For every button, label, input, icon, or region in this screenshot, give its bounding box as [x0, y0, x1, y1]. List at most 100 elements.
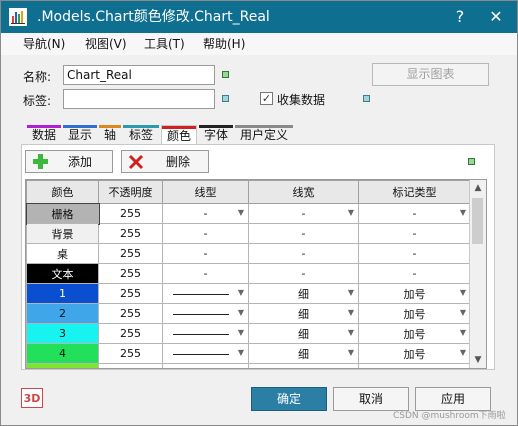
dropdown-arrow-icon[interactable]: ▼ — [238, 288, 244, 297]
table-row[interactable]: 栅格 255- ▼ - ▼ - ▼ — [26, 202, 471, 225]
line-width-cell[interactable]: 细▼ — [248, 323, 359, 344]
dropdown-arrow-icon[interactable]: ▼ — [460, 308, 466, 317]
line-type-cell[interactable]: - — [162, 223, 249, 244]
dropdown-arrow-icon[interactable]: ▼ — [460, 208, 466, 217]
dropdown-arrow-icon[interactable]: ▼ — [460, 368, 466, 369]
table-row[interactable]: 背景 255 - - - — [26, 223, 471, 244]
color-swatch-cell[interactable]: 4 — [26, 343, 99, 364]
line-width-cell[interactable]: - — [248, 243, 359, 264]
tag-input[interactable] — [63, 89, 215, 109]
color-swatch-cell[interactable]: 桌 — [26, 243, 99, 264]
name-input[interactable]: Chart_Real — [63, 65, 215, 85]
column-header-line-width[interactable]: 线宽 — [248, 180, 359, 204]
line-type-cell[interactable]: ▼ — [162, 323, 249, 344]
add-button[interactable]: 添加 — [25, 150, 113, 173]
column-header-line-type[interactable]: 线型 — [162, 180, 249, 204]
marker-type-cell[interactable]: 加号 ▼ — [358, 323, 471, 344]
dropdown-arrow-icon[interactable]: ▼ — [238, 308, 244, 317]
marker-type-cell[interactable]: - — [358, 243, 471, 264]
table-row[interactable]: 文本 255 - - - — [26, 263, 471, 284]
color-swatch-cell[interactable]: 背景 — [26, 223, 99, 244]
column-header-opacity[interactable]: 不透明度 — [98, 180, 163, 204]
tab-axis[interactable]: 轴 — [99, 125, 121, 145]
dropdown-arrow-icon[interactable]: ▼ — [348, 328, 354, 337]
menu-view[interactable]: 视图(V) — [85, 36, 127, 52]
line-width-cell[interactable]: 细▼ — [248, 283, 359, 304]
tab-data[interactable]: 数据 — [27, 125, 61, 145]
dropdown-arrow-icon[interactable]: ▼ — [348, 308, 354, 317]
menu-help[interactable]: 帮助(H) — [203, 36, 245, 52]
collect-data-checkbox[interactable]: ✓ — [260, 92, 273, 105]
dropdown-arrow-icon[interactable]: ▼ — [460, 288, 466, 297]
marker-type-cell[interactable]: 加号 ▼ — [358, 303, 471, 324]
column-header-marker-type[interactable]: 标记类型 — [358, 180, 471, 204]
color-swatch-cell[interactable]: 3 — [26, 323, 99, 344]
table-row[interactable]: 4 255 ▼ 细 ▼ 加号 ▼ — [26, 343, 471, 364]
opacity-cell[interactable]: 255 — [98, 243, 163, 264]
opacity-cell[interactable]: 255 — [98, 303, 163, 324]
dropdown-arrow-icon[interactable]: ▼ — [460, 348, 466, 357]
opacity-cell[interactable]: 255 — [98, 223, 163, 244]
line-width-cell[interactable]: - — [248, 223, 359, 244]
marker-type-cell[interactable]: 加号 ▼ — [358, 363, 471, 369]
tab-labels[interactable]: 标签 — [123, 125, 159, 145]
table-row[interactable]: 5255▼细▼加号▼ — [26, 363, 471, 369]
table-row[interactable]: 2 255 ▼ 细 ▼ 加号 ▼ — [26, 303, 471, 324]
dropdown-arrow-icon[interactable]: ▼ — [238, 208, 244, 217]
line-type-cell[interactable]: ▼ — [162, 343, 249, 364]
color-swatch-cell[interactable]: 1 — [26, 283, 99, 304]
delete-button[interactable]: 删除 — [121, 150, 209, 173]
dropdown-arrow-icon[interactable]: ▼ — [238, 348, 244, 357]
opacity-cell[interactable]: 255 — [98, 263, 163, 284]
table-row[interactable]: 3 255 ▼ 细 ▼ 加号 ▼ — [26, 323, 471, 344]
dropdown-arrow-icon[interactable]: ▼ — [348, 288, 354, 297]
color-swatch-cell[interactable]: 2 — [26, 303, 99, 324]
dropdown-arrow-icon[interactable]: ▼ — [460, 328, 466, 337]
marker-type-cell[interactable]: - ▼ — [358, 203, 471, 224]
menu-tools[interactable]: 工具(T) — [144, 36, 185, 52]
dropdown-arrow-icon[interactable]: ▼ — [348, 348, 354, 357]
line-type-cell[interactable]: - ▼ — [162, 203, 249, 224]
marker-type-cell[interactable]: - — [358, 263, 471, 284]
color-swatch-cell[interactable]: 5 — [26, 363, 99, 368]
scroll-down-arrow-icon[interactable]: ▼ — [470, 352, 486, 368]
opacity-cell[interactable]: 255 — [98, 363, 163, 368]
tab-fonts[interactable]: 字体 — [199, 125, 233, 145]
dropdown-arrow-icon[interactable]: ▼ — [348, 208, 354, 217]
line-type-cell[interactable]: - — [162, 243, 249, 264]
tab-colors[interactable]: 颜色 — [161, 125, 197, 145]
column-header-color[interactable]: 颜色 — [26, 180, 99, 204]
line-width-cell[interactable]: 细▼ — [248, 343, 359, 364]
scrollbar-thumb[interactable] — [472, 198, 483, 244]
line-width-cell[interactable]: - ▼ — [248, 203, 359, 224]
line-width-cell[interactable]: 细▼ — [248, 363, 359, 369]
dropdown-arrow-icon[interactable]: ▼ — [238, 328, 244, 337]
close-button[interactable]: ✕ — [477, 1, 515, 33]
vertical-scrollbar[interactable]: ▲ ▼ — [469, 180, 486, 368]
marker-type-cell[interactable]: 加号 ▼ — [358, 283, 471, 304]
line-width-cell[interactable]: - — [248, 263, 359, 284]
color-swatch-cell[interactable]: 文本 — [26, 263, 99, 284]
title-bar[interactable]: .Models.Chart颜色修改.Chart_Real ? ✕ — [1, 1, 517, 33]
line-width-cell[interactable]: 细▼ — [248, 303, 359, 324]
color-swatch-cell[interactable]: 栅格 — [26, 202, 100, 225]
line-type-cell[interactable]: ▼ — [162, 303, 249, 324]
line-type-cell[interactable]: - — [162, 263, 249, 284]
menu-navigate[interactable]: 导航(N) — [23, 36, 65, 52]
help-button[interactable]: ? — [441, 1, 479, 33]
marker-type-cell[interactable]: - — [358, 223, 471, 244]
show-chart-button[interactable]: 显示图表 — [372, 63, 489, 86]
opacity-cell[interactable]: 255 — [98, 203, 163, 224]
dropdown-arrow-icon[interactable]: ▼ — [238, 368, 244, 369]
scroll-up-arrow-icon[interactable]: ▲ — [470, 180, 486, 196]
opacity-cell[interactable]: 255 — [98, 343, 163, 364]
marker-type-cell[interactable]: 加号 ▼ — [358, 343, 471, 364]
opacity-cell[interactable]: 255 — [98, 283, 163, 304]
dropdown-arrow-icon[interactable]: ▼ — [348, 368, 354, 369]
table-row[interactable]: 桌 255 - - - — [26, 243, 471, 264]
opacity-cell[interactable]: 255 — [98, 323, 163, 344]
line-type-cell[interactable]: ▼ — [162, 283, 249, 304]
tab-display[interactable]: 显示 — [63, 125, 97, 145]
line-type-cell[interactable]: ▼ — [162, 363, 249, 369]
tab-user-defined[interactable]: 用户定义 — [235, 125, 293, 145]
